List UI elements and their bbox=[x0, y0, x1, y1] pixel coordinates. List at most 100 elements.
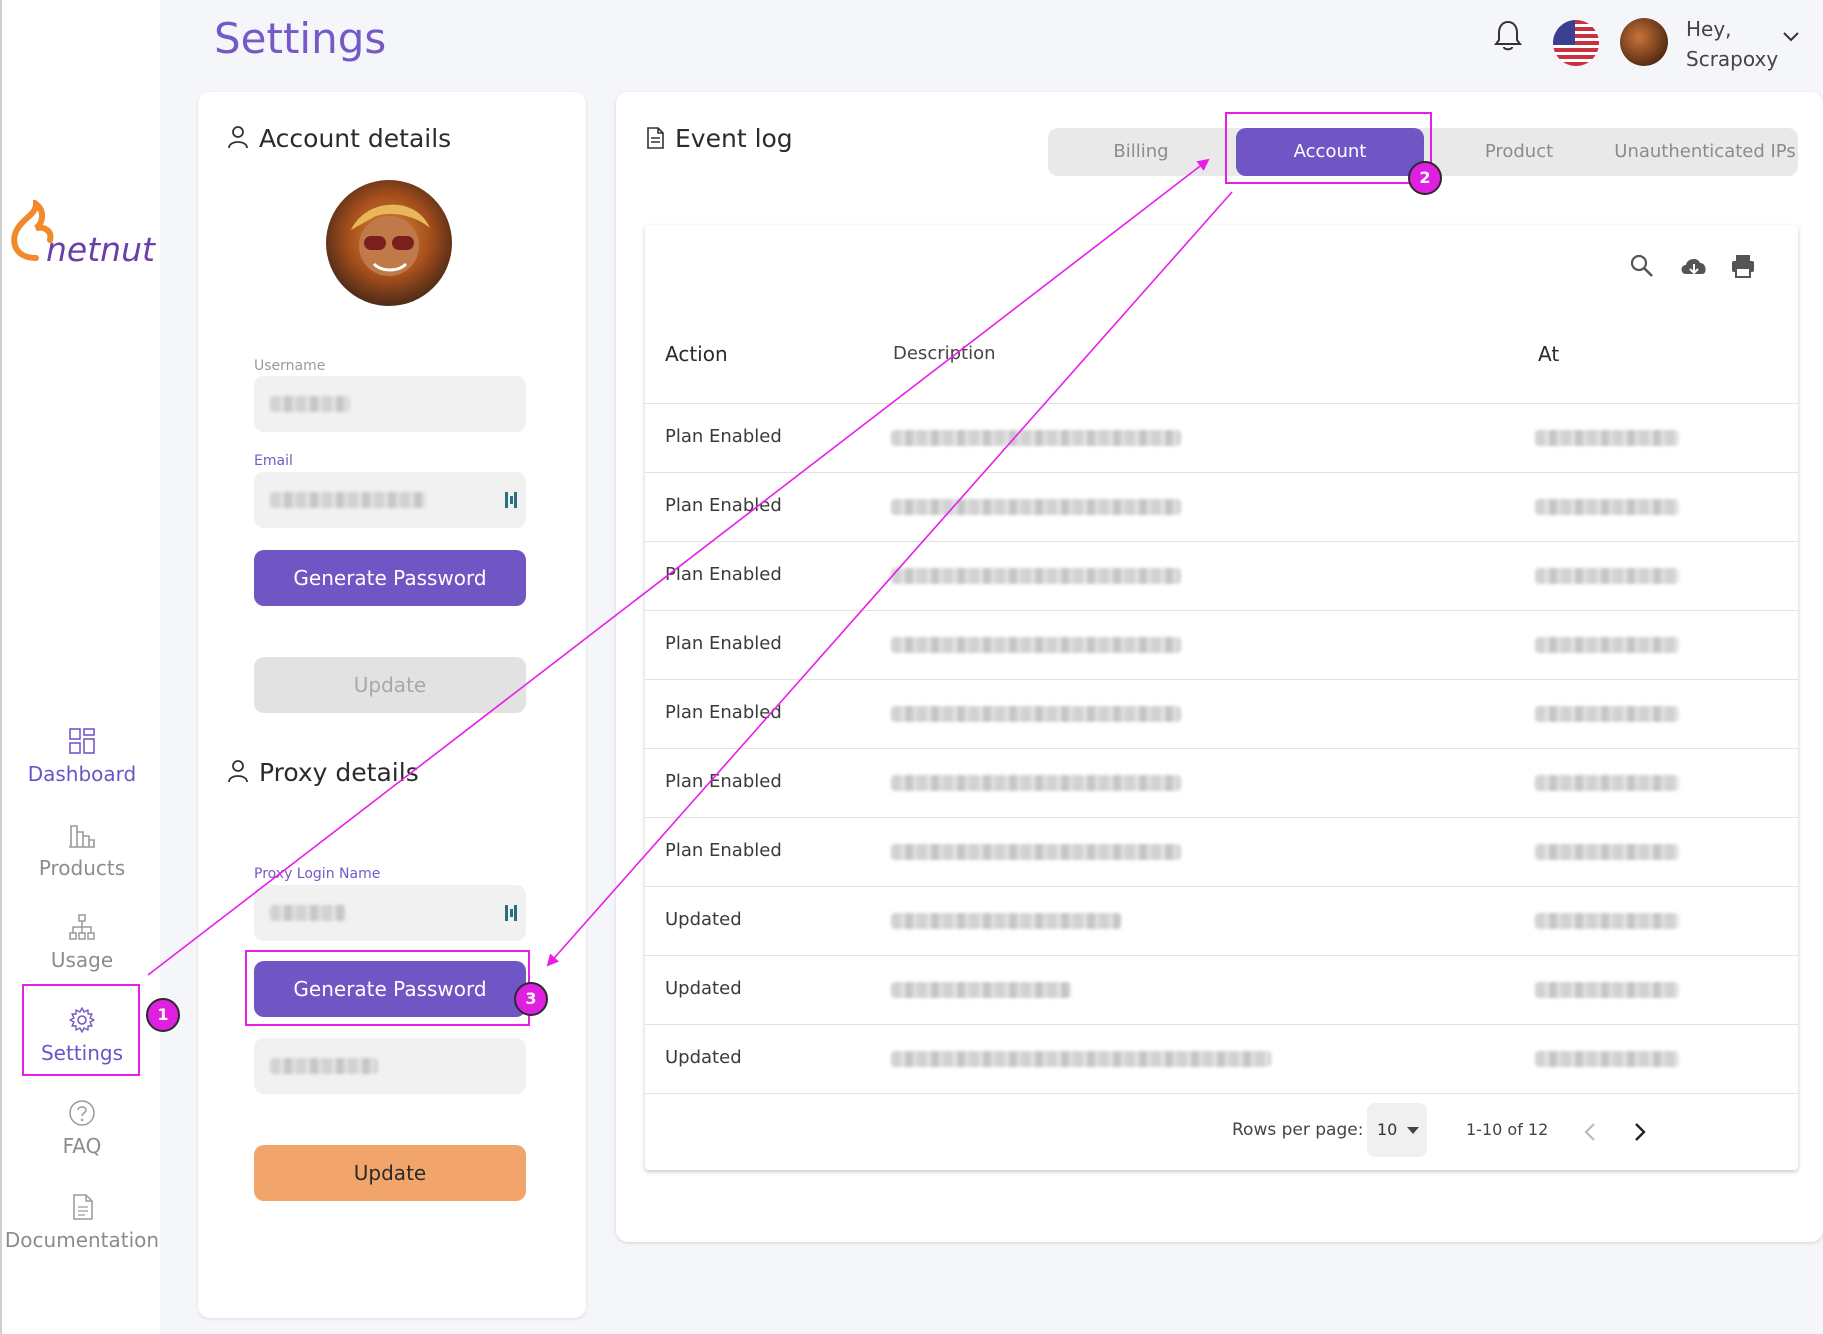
username-field[interactable] bbox=[254, 376, 526, 432]
redacted-email bbox=[270, 492, 426, 508]
sidebar-item-products[interactable]: Products bbox=[2, 820, 162, 880]
pagination-range: 1-10 of 12 bbox=[1466, 1120, 1549, 1139]
proxy-password-field[interactable] bbox=[254, 1038, 526, 1094]
table-row: Plan Enabled bbox=[645, 403, 1798, 472]
action-cell: Plan Enabled bbox=[665, 495, 782, 516]
print-icon[interactable] bbox=[1729, 252, 1757, 280]
action-cell: Plan Enabled bbox=[665, 564, 782, 585]
redacted-date-cell bbox=[1535, 775, 1679, 791]
proxy-update-button[interactable]: Update bbox=[254, 1145, 526, 1201]
chevron-right-icon[interactable] bbox=[1633, 1122, 1647, 1142]
redacted-description-cell bbox=[891, 913, 1121, 929]
redacted-date-cell bbox=[1535, 706, 1679, 722]
username-label: Username bbox=[254, 358, 326, 374]
sidebar-item-label: Products bbox=[38, 856, 126, 880]
action-cell: Updated bbox=[665, 978, 742, 999]
event-log-title: Event log bbox=[675, 124, 793, 153]
tab-unauthenticated-ips[interactable]: Unauthenticated IPs bbox=[1612, 128, 1798, 176]
proxy-details-title: Proxy details bbox=[259, 758, 419, 787]
user-icon bbox=[228, 126, 248, 149]
column-header-description[interactable]: Description bbox=[893, 343, 996, 364]
action-cell: Updated bbox=[665, 1047, 742, 1068]
annotation-box-account-tab bbox=[1225, 112, 1432, 184]
account-update-button[interactable]: Update bbox=[254, 657, 526, 713]
annotation-box-generate-password bbox=[245, 950, 530, 1026]
sidebar-item-usage[interactable]: Usage bbox=[2, 912, 162, 972]
annotation-badge-3: 3 bbox=[514, 982, 548, 1016]
chevron-down-icon[interactable] bbox=[1782, 30, 1800, 44]
action-cell: Plan Enabled bbox=[665, 633, 782, 654]
sidebar-item-dashboard[interactable]: Dashboard bbox=[2, 726, 162, 786]
redacted-date-cell bbox=[1535, 913, 1679, 929]
redacted-description-cell bbox=[891, 499, 1181, 515]
redacted-description-cell bbox=[891, 637, 1181, 653]
action-cell: Updated bbox=[665, 909, 742, 930]
tab-product[interactable]: Product bbox=[1426, 128, 1612, 176]
sidebar-item-label: FAQ bbox=[62, 1134, 102, 1158]
bell-icon[interactable] bbox=[1490, 18, 1526, 54]
sidebar: netnut Dashboard Products Usage Settings… bbox=[0, 0, 160, 1334]
proxy-login-field[interactable] bbox=[254, 885, 526, 941]
redacted-proxy-password bbox=[270, 1058, 378, 1074]
redacted-description-cell bbox=[891, 706, 1181, 722]
table-row: Plan Enabled bbox=[645, 610, 1798, 679]
caret-down-icon bbox=[1407, 1127, 1419, 1134]
rows-per-page-value: 10 bbox=[1377, 1120, 1398, 1139]
password-manager-icon[interactable] bbox=[504, 490, 518, 510]
table-row: Updated bbox=[645, 955, 1798, 1024]
download-icon[interactable] bbox=[1678, 252, 1710, 280]
email-field[interactable] bbox=[254, 472, 526, 528]
table-row: Plan Enabled bbox=[645, 541, 1798, 610]
sidebar-item-label: Dashboard bbox=[27, 762, 137, 786]
annotation-badge-2: 2 bbox=[1408, 161, 1442, 195]
redacted-date-cell bbox=[1535, 430, 1679, 446]
redacted-description-cell bbox=[891, 982, 1071, 998]
usage-icon bbox=[69, 914, 95, 940]
sidebar-item-documentation[interactable]: Documentation bbox=[2, 1192, 162, 1252]
netnut-logo[interactable]: netnut bbox=[6, 200, 156, 280]
redacted-description-cell bbox=[891, 1051, 1271, 1067]
user-icon bbox=[228, 760, 248, 783]
sidebar-item-faq[interactable]: FAQ bbox=[2, 1098, 162, 1158]
proxy-login-label: Proxy Login Name bbox=[254, 866, 381, 882]
greeting-line-1: Hey, bbox=[1686, 17, 1732, 41]
annotation-badge-1: 1 bbox=[146, 998, 180, 1032]
redacted-username bbox=[270, 396, 350, 412]
user-avatar[interactable] bbox=[1620, 18, 1668, 66]
column-header-action[interactable]: Action bbox=[665, 342, 728, 366]
rows-per-page-select[interactable]: 10 bbox=[1367, 1103, 1427, 1157]
table-row: Updated bbox=[645, 1024, 1798, 1093]
us-flag-icon[interactable] bbox=[1553, 20, 1599, 66]
redacted-proxy-login bbox=[270, 905, 346, 921]
table-row: Plan Enabled bbox=[645, 472, 1798, 541]
action-cell: Plan Enabled bbox=[665, 771, 782, 792]
redacted-date-cell bbox=[1535, 982, 1679, 998]
document-icon bbox=[73, 1194, 93, 1220]
column-header-at[interactable]: At bbox=[1538, 342, 1559, 366]
redacted-description-cell bbox=[891, 430, 1181, 446]
account-details-title: Account details bbox=[259, 124, 452, 153]
action-cell: Plan Enabled bbox=[665, 840, 782, 861]
action-cell: Plan Enabled bbox=[665, 702, 782, 723]
profile-avatar[interactable] bbox=[326, 180, 452, 306]
password-manager-icon[interactable] bbox=[504, 903, 518, 923]
redacted-date-cell bbox=[1535, 844, 1679, 860]
rows-per-page-label: Rows per page: bbox=[1232, 1120, 1364, 1140]
table-row: Plan Enabled bbox=[645, 679, 1798, 748]
chevron-left-icon[interactable] bbox=[1583, 1122, 1597, 1142]
sidebar-item-label: Usage bbox=[50, 948, 114, 972]
search-icon[interactable] bbox=[1628, 252, 1656, 280]
tab-billing[interactable]: Billing bbox=[1048, 128, 1234, 176]
redacted-date-cell bbox=[1535, 568, 1679, 584]
action-cell: Plan Enabled bbox=[665, 426, 782, 447]
dashboard-icon bbox=[69, 728, 95, 754]
redacted-description-cell bbox=[891, 775, 1181, 791]
redacted-description-cell bbox=[891, 568, 1181, 584]
user-greeting[interactable]: Hey, Scrapoxy bbox=[1686, 14, 1778, 74]
redacted-description-cell bbox=[891, 844, 1181, 860]
products-icon bbox=[69, 825, 95, 848]
help-icon bbox=[69, 1100, 95, 1126]
email-label: Email bbox=[254, 453, 293, 469]
account-generate-password-button[interactable]: Generate Password bbox=[254, 550, 526, 606]
redacted-date-cell bbox=[1535, 1051, 1679, 1067]
